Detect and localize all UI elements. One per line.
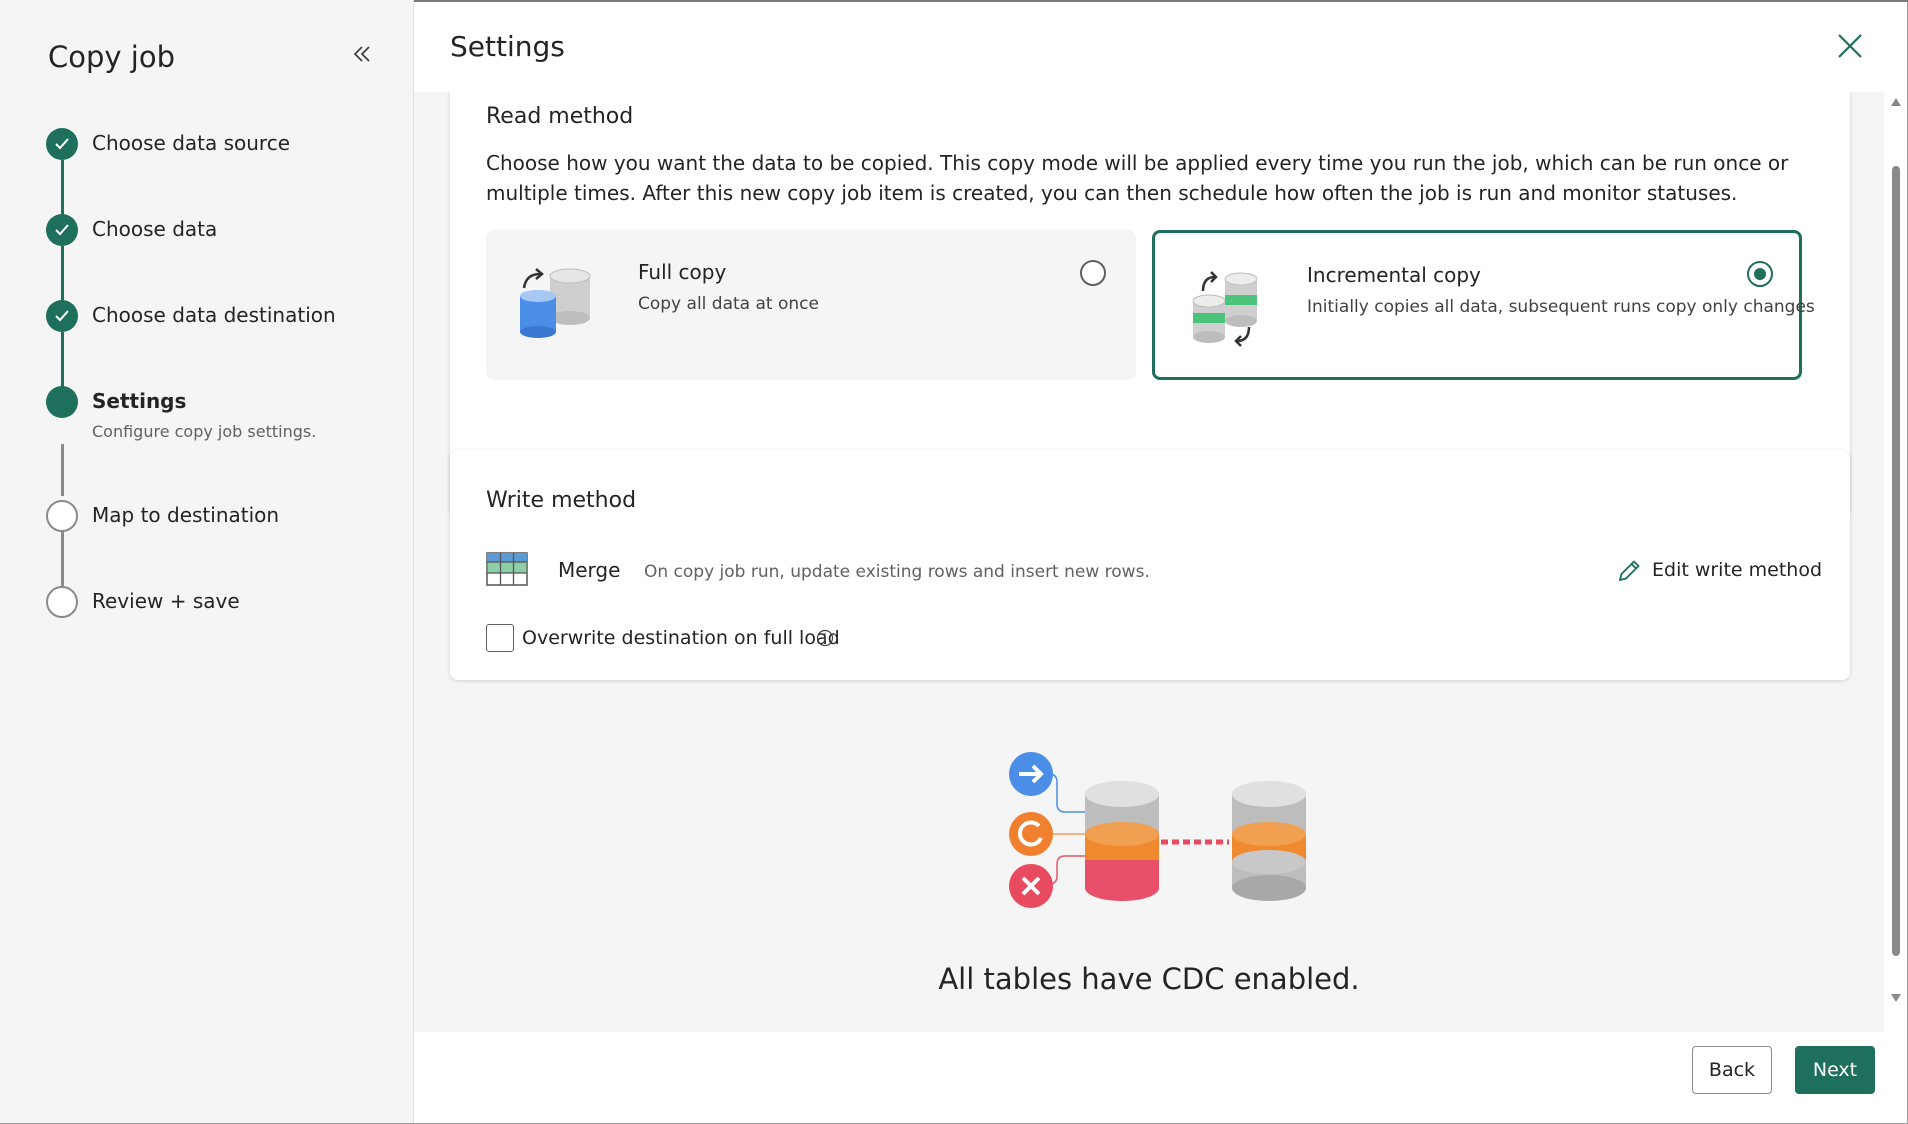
double-chevron-left-icon <box>353 46 370 62</box>
incremental-copy-radio[interactable] <box>1747 261 1773 287</box>
full-copy-option[interactable]: Full copy Copy all data at once <box>486 230 1136 380</box>
write-method-card: Write method Merge On copy job run, upda… <box>450 450 1850 680</box>
step-choose-data-source[interactable]: Choose data source <box>46 126 386 212</box>
overwrite-destination-row: Overwrite destination on full load <box>486 622 1086 654</box>
incremental-copy-description: Initially copies all data, subsequent ru… <box>1307 297 1815 317</box>
write-method-title: Write method <box>486 488 637 513</box>
full-copy-icon <box>520 268 591 338</box>
cdc-status-message: All tables have CDC enabled. <box>938 962 1360 996</box>
step-complete-icon <box>46 128 78 160</box>
step-label: Choose data destination <box>92 303 336 327</box>
info-icon[interactable] <box>816 629 834 647</box>
step-review-save[interactable]: Review + save <box>46 584 386 670</box>
step-pending-icon <box>46 500 78 532</box>
full-copy-title: Full copy <box>638 260 727 284</box>
scroll-down-icon[interactable] <box>1891 994 1901 1002</box>
cdc-illustration <box>1009 752 1306 908</box>
full-copy-description: Copy all data at once <box>638 294 819 314</box>
step-label: Settings <box>92 389 187 413</box>
next-button[interactable]: Next <box>1795 1046 1875 1094</box>
edit-write-method-label: Edit write method <box>1652 559 1823 581</box>
incremental-copy-title: Incremental copy <box>1307 263 1481 287</box>
page-title: Settings <box>450 30 565 63</box>
step-label: Choose data <box>92 217 218 241</box>
step-sublabel: Configure copy job settings. <box>92 422 317 441</box>
step-settings[interactable]: Settings Configure copy job settings. <box>46 384 386 498</box>
pencil-icon <box>1618 560 1640 582</box>
overwrite-destination-checkbox[interactable] <box>486 624 514 652</box>
settings-scroll-area[interactable]: Read method Choose how you want the data… <box>414 92 1884 1032</box>
step-list: Choose data source Choose data Choose da… <box>46 126 386 670</box>
step-current-icon <box>46 386 78 418</box>
step-complete-icon <box>46 214 78 246</box>
collapse-sidebar-button[interactable] <box>348 42 376 72</box>
step-pending-icon <box>46 586 78 618</box>
step-label: Map to destination <box>92 503 280 527</box>
write-mode-row: Merge On copy job run, update existing r… <box>486 550 1826 590</box>
back-button[interactable]: Back <box>1692 1046 1772 1094</box>
step-label: Review + save <box>92 589 240 613</box>
vertical-scrollbar[interactable] <box>1890 96 1902 1002</box>
write-mode-description: On copy job run, update existing rows an… <box>644 562 1150 582</box>
step-label: Choose data source <box>92 131 291 155</box>
scroll-up-icon[interactable] <box>1891 98 1901 106</box>
scrollbar-thumb[interactable] <box>1892 166 1900 956</box>
table-grid-icon <box>486 552 528 586</box>
sidebar: Copy job Choose data source Choose data … <box>0 0 414 1123</box>
step-choose-data[interactable]: Choose data <box>46 212 386 298</box>
incremental-copy-icon <box>1192 271 1258 347</box>
read-method-description: Choose how you want the data to be copie… <box>486 151 1789 205</box>
sidebar-title: Copy job <box>48 40 175 74</box>
write-mode-label: Merge <box>558 558 621 582</box>
step-complete-icon <box>46 300 78 332</box>
overwrite-destination-label: Overwrite destination on full load <box>522 627 840 649</box>
full-copy-radio[interactable] <box>1080 260 1106 286</box>
radio-selected-dot <box>1754 268 1766 280</box>
step-map-to-destination[interactable]: Map to destination <box>46 498 386 584</box>
close-icon <box>1838 34 1862 58</box>
read-method-title: Read method <box>486 104 634 129</box>
incremental-copy-option[interactable]: Incremental copy Initially copies all da… <box>1152 230 1815 380</box>
close-button[interactable] <box>1834 30 1866 62</box>
step-choose-data-destination[interactable]: Choose data destination <box>46 298 386 384</box>
edit-write-method-button[interactable]: Edit write method <box>1616 554 1822 586</box>
